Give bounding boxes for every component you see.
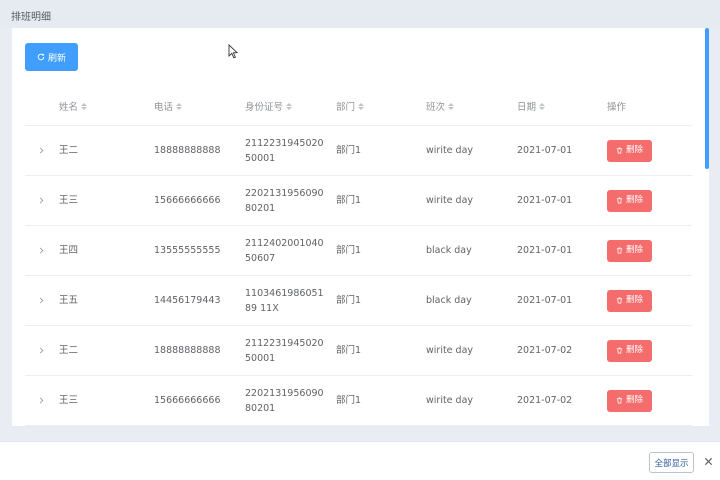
table-row: 王三 15666666666 220213195609080201 部门1 wi…	[25, 176, 692, 226]
col-header-id[interactable]: 身份证号	[245, 99, 293, 113]
show-all-button[interactable]: 全部显示	[649, 452, 694, 473]
cell-shift: wirite day	[426, 395, 474, 406]
cell-id: 211223194502050001	[245, 337, 324, 364]
delete-button[interactable]: 删除	[607, 139, 652, 162]
cell-action: 删除	[607, 326, 652, 375]
mouse-cursor-icon	[228, 44, 238, 59]
trash-icon	[616, 247, 623, 254]
trash-icon	[616, 397, 623, 404]
sort-icon[interactable]	[448, 102, 455, 110]
cell-id: 220213195609080201	[245, 187, 324, 214]
cell-name: 王五	[59, 295, 79, 306]
table-row: 王五 14456179443 110346198605189 11X 部门1 b…	[25, 276, 692, 326]
table-row: 王二 18888888888 211223194502050001 部门1 wi…	[25, 126, 692, 176]
cell-date: 2021-07-02	[517, 395, 573, 406]
cell-shift: wirite day	[426, 145, 474, 156]
col-header-dept[interactable]: 部门	[336, 99, 365, 113]
cell-name: 王二	[59, 345, 79, 356]
cell-id: 110346198605189 11X	[245, 287, 324, 314]
sort-icon[interactable]	[358, 102, 365, 110]
cell-phone: 14456179443	[154, 295, 221, 306]
sort-icon[interactable]	[176, 102, 183, 110]
table-body: 王二 18888888888 211223194502050001 部门1 wi…	[25, 126, 692, 426]
col-header-name[interactable]: 姓名	[59, 99, 88, 113]
cell-phone: 15666666666	[154, 195, 221, 206]
table-header: 姓名 电话 身份证号 部门 班次 日期 操作	[25, 83, 692, 126]
sort-icon[interactable]	[286, 102, 293, 110]
sort-icon[interactable]	[539, 102, 546, 110]
bottom-bar: 全部显示	[0, 441, 720, 480]
cell-id: 211240200104050607	[245, 237, 324, 264]
delete-button[interactable]: 删除	[607, 189, 652, 212]
cell-id: 220213195609080201	[245, 387, 324, 414]
trash-icon	[616, 197, 623, 204]
cell-name: 王三	[59, 195, 79, 206]
expand-chevron-icon[interactable]	[36, 145, 46, 155]
delete-button[interactable]: 删除	[607, 339, 652, 362]
trash-icon	[616, 147, 623, 154]
cell-shift: wirite day	[426, 195, 474, 206]
expand-chevron-icon[interactable]	[36, 345, 46, 355]
sort-icon[interactable]	[81, 102, 88, 110]
close-icon[interactable]	[703, 456, 714, 467]
cell-phone: 18888888888	[154, 145, 221, 156]
table-row: 王四 13555555555 211240200104050607 部门1 bl…	[25, 226, 692, 276]
cell-date: 2021-07-01	[517, 245, 573, 256]
cell-phone: 13555555555	[154, 245, 221, 256]
table-row: 王二 18888888888 211223194502050001 部门1 wi…	[25, 326, 692, 376]
col-header-action: 操作	[607, 102, 627, 113]
cell-action: 删除	[607, 176, 652, 225]
cell-dept: 部门1	[336, 345, 362, 356]
top-bar: 排班明细	[0, 0, 720, 28]
col-header-phone[interactable]: 电话	[154, 99, 183, 113]
cell-date: 2021-07-01	[517, 145, 573, 156]
cell-action: 删除	[607, 376, 652, 425]
cell-action: 删除	[607, 226, 652, 275]
trash-icon	[616, 297, 623, 304]
delete-button[interactable]: 删除	[607, 239, 652, 262]
cell-id: 211223194502050001	[245, 137, 324, 164]
cell-dept: 部门1	[336, 195, 362, 206]
cell-name: 王二	[59, 145, 79, 156]
refresh-label: 刷新	[47, 53, 66, 64]
delete-button[interactable]: 删除	[607, 389, 652, 412]
expand-chevron-icon[interactable]	[36, 245, 46, 255]
cell-dept: 部门1	[336, 395, 362, 406]
table-row: 王三 15666666666 220213195609080201 部门1 wi…	[25, 376, 692, 426]
page-title: 排班明细	[11, 12, 51, 23]
cell-phone: 15666666666	[154, 395, 221, 406]
refresh-icon	[37, 53, 45, 61]
cell-name: 王三	[59, 395, 79, 406]
cell-date: 2021-07-01	[517, 195, 573, 206]
cell-action: 删除	[607, 276, 652, 325]
vertical-scrollbar[interactable]	[705, 28, 709, 169]
cell-dept: 部门1	[336, 245, 362, 256]
col-header-date[interactable]: 日期	[517, 99, 546, 113]
cell-name: 王四	[59, 245, 79, 256]
schedule-table: 姓名 电话 身份证号 部门 班次 日期 操作 王二 18888888888 21…	[25, 83, 692, 426]
expand-chevron-icon[interactable]	[36, 395, 46, 405]
cell-shift: black day	[426, 295, 472, 306]
cell-dept: 部门1	[336, 145, 362, 156]
delete-button[interactable]: 删除	[607, 289, 652, 312]
col-header-shift[interactable]: 班次	[426, 99, 455, 113]
expand-chevron-icon[interactable]	[36, 195, 46, 205]
expand-chevron-icon[interactable]	[36, 295, 46, 305]
cell-shift: black day	[426, 245, 472, 256]
content-card: 刷新 姓名 电话 身份证号 部门 班次 日期 操作 王二 18888888888…	[12, 28, 709, 426]
trash-icon	[616, 347, 623, 354]
refresh-button[interactable]: 刷新	[25, 43, 78, 71]
cell-action: 删除	[607, 126, 652, 175]
cell-shift: wirite day	[426, 345, 474, 356]
cell-date: 2021-07-02	[517, 345, 573, 356]
cell-date: 2021-07-01	[517, 295, 573, 306]
cell-dept: 部门1	[336, 295, 362, 306]
cell-phone: 18888888888	[154, 345, 221, 356]
